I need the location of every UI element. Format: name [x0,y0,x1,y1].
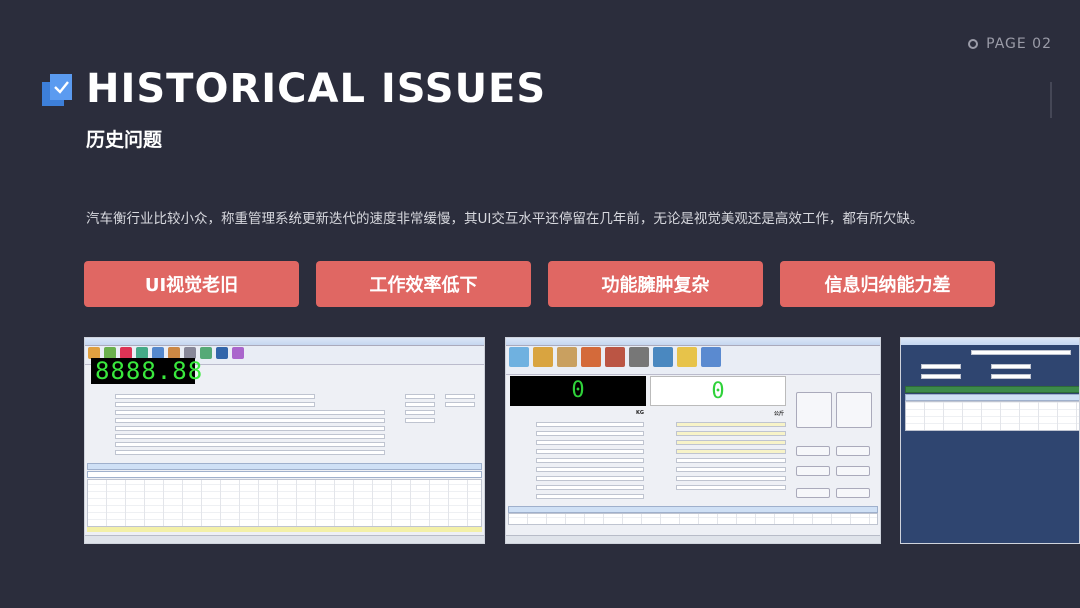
legacy-screenshot-1: 8888.88 [84,337,485,544]
issue-tags: UI视觉老旧 工作效率低下 功能臃肿复杂 信息归纳能力差 [84,261,995,307]
tag-ui-outdated: UI视觉老旧 [84,261,299,307]
window-titlebar [85,338,484,346]
legacy-screenshot-3 [900,337,1080,544]
right-weight-display: 0 [650,376,786,406]
divider [1050,82,1052,118]
unit-left: KG [636,410,644,416]
toolbar [506,346,880,375]
tag-bloated-features: 功能臃肿复杂 [548,261,763,307]
legacy-screenshot-2: 0 0 KG 公斤 [505,337,881,544]
page-marker-icon [968,39,979,49]
tag-low-efficiency: 工作效率低下 [316,261,531,307]
checkbox-logo-icon [42,74,72,106]
page-indicator: PAGE 02 [968,36,1052,52]
page-title: HISTORICAL ISSUES [86,66,547,112]
weight-display: 8888.88 [91,358,202,384]
status-bar [85,535,484,543]
left-weight-display: 0 [510,376,646,406]
status-bar [506,535,880,543]
page-label: PAGE 02 [986,36,1052,52]
page-subtitle: 历史问题 [86,129,163,151]
tag-poor-information: 信息归纳能力差 [780,261,995,307]
description-text: 汽车衡行业比较小众，称重管理系统更新迭代的速度非常缓慢，其UI交互水平还停留在几… [86,211,924,227]
unit-right: 公斤 [774,411,785,417]
window-titlebar [506,338,880,346]
